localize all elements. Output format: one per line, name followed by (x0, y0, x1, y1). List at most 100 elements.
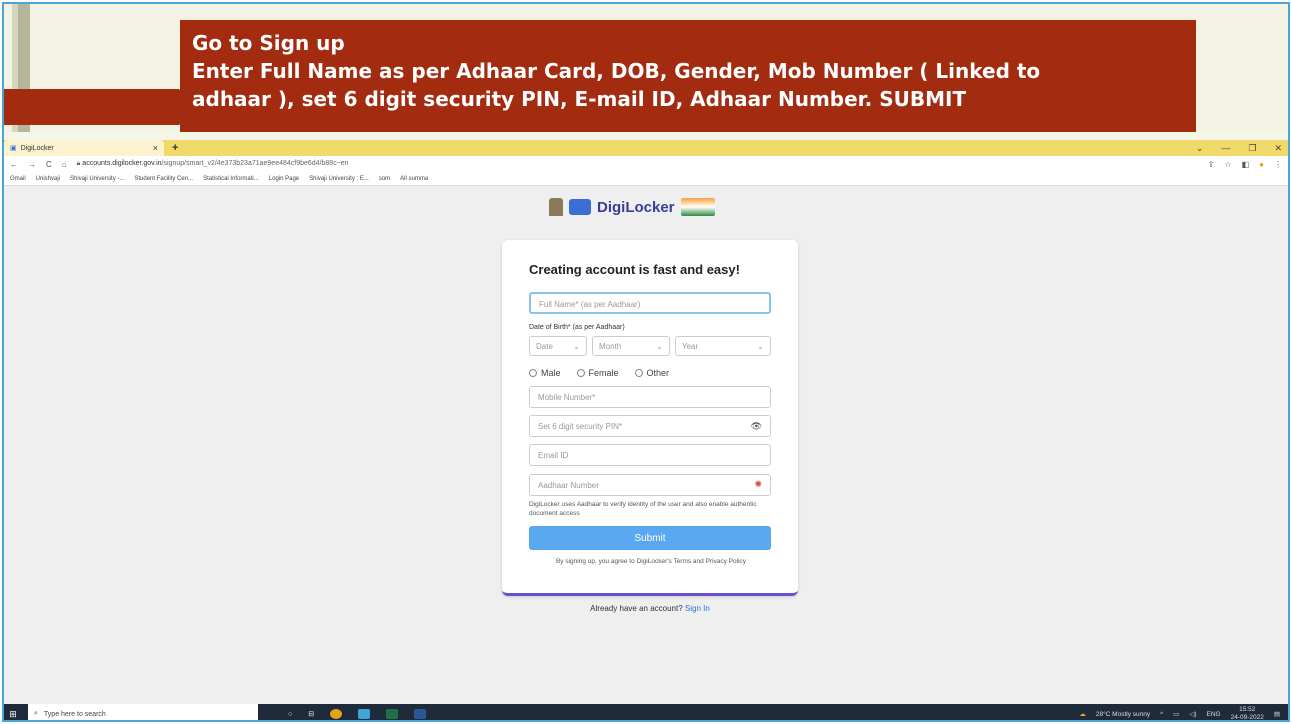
sign-in-link[interactable]: Sign In (685, 604, 710, 613)
bookmarks-bar: Gmail Unishvaji Shivaji University -... Stu… (4, 172, 1288, 186)
callout-arrow (4, 89, 195, 125)
gender-other-radio[interactable]: Other (634, 368, 670, 378)
share-icon[interactable]: ⇪ (1208, 160, 1215, 169)
gender-label: Other (646, 368, 670, 378)
gender-male-radio[interactable]: Male (529, 368, 561, 378)
url-path: /signup/smart_v2/4e373b23a71ae9ee484cf9b… (161, 160, 349, 167)
bookmark-item[interactable]: Shivaji University -... (70, 176, 124, 182)
forward-icon[interactable]: → (28, 160, 36, 169)
task-view-icon[interactable]: ○ (288, 711, 292, 718)
instruction-callout: Go to Sign up Enter Full Name as per Adh… (180, 20, 1196, 132)
profile-avatar-icon[interactable]: ● (1259, 160, 1264, 169)
bookmark-item[interactable]: Gmail (10, 176, 26, 182)
chevron-down-icon[interactable]: ⌄ (1196, 143, 1204, 154)
digilocker-logo: DigiLocker (549, 198, 715, 216)
language-indicator[interactable]: ENG (1207, 711, 1221, 718)
bookmark-item[interactable]: Shivaji University : E... (309, 176, 369, 182)
full-name-input[interactable]: Full Name* (as per Aadhaar) (529, 292, 771, 314)
bookmark-item[interactable]: Student Facility Cen... (134, 176, 193, 182)
system-tray: ☁ 28°C Mostly sunny ^ ▭ ◁) ENG 15:52 24-… (1079, 706, 1288, 721)
bookmark-item[interactable]: Unishvaji (36, 176, 60, 182)
sidebar-icon[interactable]: ◧ (1242, 160, 1250, 169)
back-icon[interactable]: ← (10, 160, 18, 169)
gender-radio-group: Male Female Other (529, 368, 669, 378)
aadhaar-placeholder: Aadhaar Number (538, 481, 599, 490)
bookmark-item[interactable]: All summa (400, 176, 428, 182)
date-select[interactable]: Date ⌄ (529, 336, 587, 356)
submit-button[interactable]: Submit (529, 526, 771, 550)
brand-name: DigiLocker (597, 198, 675, 216)
network-icon[interactable]: ▭ (1173, 710, 1179, 718)
excel-icon[interactable] (386, 709, 399, 719)
taskbar-apps: ○ ⊟ (288, 709, 427, 719)
bookmark-item[interactable]: Statistical Informati... (203, 176, 259, 182)
tab-bar: ▣ DigiLocker × + ⌄ — ❐ ✕ (4, 140, 1288, 156)
chevron-down-icon: ⌄ (757, 342, 764, 351)
eye-slash-icon[interactable]: 👁︎ (751, 421, 762, 432)
aadhaar-logo-icon: ✺ (754, 479, 762, 489)
slide-frame: Go to Sign up Enter Full Name as per Adh… (2, 2, 1290, 722)
search-placeholder: Type here to search (43, 710, 106, 718)
already-text: Already have an account? (590, 604, 683, 613)
clock[interactable]: 15:52 24-09-2022 (1230, 706, 1264, 721)
month-select[interactable]: Month ⌄ (592, 336, 670, 356)
taskbar-search[interactable]: ⌕ Type here to search (28, 704, 258, 720)
callout-line: Go to Sign up (192, 31, 345, 55)
menu-icon[interactable]: ⋮ (1274, 160, 1282, 169)
bookmark-item[interactable]: Login Page (269, 176, 299, 182)
url-field[interactable]: 🔒︎ accounts.digilocker.gov.in/signup/sma… (77, 160, 1198, 168)
windows-taskbar: ⊞ ⌕ Type here to search ○ ⊟ ☁ 28°C Mostl… (4, 704, 1288, 721)
widgets-icon[interactable]: ⊟ (308, 710, 314, 718)
word-icon[interactable] (414, 709, 427, 719)
home-icon[interactable]: ⌂ (62, 160, 67, 169)
gender-label: Male (541, 368, 561, 378)
close-icon[interactable]: ✕ (1274, 143, 1282, 154)
callout-line: Enter Full Name as per Adhaar Card, DOB,… (192, 59, 1041, 83)
volume-icon[interactable]: ◁) (1189, 710, 1196, 718)
signup-card: Creating account is fast and easy! Full … (502, 240, 798, 596)
year-select[interactable]: Year ⌄ (675, 336, 771, 356)
browser-window: ▣ DigiLocker × + ⌄ — ❐ ✕ ← → C ⌂ 🔒︎ acco… (4, 140, 1288, 704)
azadi-ka-amrit-mahotsav-logo (680, 198, 715, 216)
star-icon[interactable]: ☆ (1224, 160, 1231, 169)
dob-label: Date of Birth* (as per Aadhaar) (529, 324, 625, 331)
search-icon: ⌕ (34, 710, 38, 717)
tab-title: DigiLocker (20, 144, 54, 152)
chevron-up-icon[interactable]: ^ (1160, 711, 1163, 718)
windows-start-icon[interactable]: ⊞ (4, 704, 22, 720)
pin-placeholder: Set 6 digit security PIN* (538, 422, 623, 431)
close-tab-icon[interactable]: × (153, 143, 158, 153)
clock-date: 24-09-2022 (1230, 714, 1264, 721)
clock-time: 15:52 (1239, 706, 1256, 713)
bookmark-item[interactable]: som (379, 176, 390, 182)
weather-icon: ☁ (1079, 711, 1086, 718)
reload-icon[interactable]: C (46, 160, 52, 169)
email-input[interactable]: Email ID (529, 444, 771, 466)
restore-icon[interactable]: ❐ (1248, 143, 1256, 154)
gender-female-radio[interactable]: Female (576, 368, 619, 378)
chrome-icon[interactable] (330, 709, 343, 719)
chevron-down-icon: ⌄ (656, 342, 663, 351)
aadhaar-number-input[interactable]: Aadhaar Number ✺ (529, 474, 771, 496)
new-tab-button[interactable]: + (172, 142, 178, 154)
aadhaar-note: DigiLocker uses Aadhaar to verify identi… (529, 501, 757, 517)
window-controls: ⌄ — ❐ ✕ (1196, 140, 1282, 156)
callout-line: adhaar ), set 6 digit security PIN, E-ma… (192, 87, 967, 111)
month-select-value: Month (599, 342, 622, 351)
digilocker-favicon-icon: ▣ (10, 145, 17, 152)
security-pin-input[interactable]: Set 6 digit security PIN* 👁︎ (529, 415, 771, 437)
radio-circle-icon (529, 369, 537, 377)
date-select-value: Date (536, 342, 553, 351)
terms-text: By signing up, you agree to DigiLocker's… (555, 558, 747, 565)
digilocker-icon (569, 199, 591, 215)
form-title: Creating account is fast and easy! (529, 262, 740, 277)
signup-page: DigiLocker Creating account is fast and … (4, 186, 1288, 704)
weather-text[interactable]: 28°C Mostly sunny (1096, 711, 1150, 718)
paint-icon[interactable] (358, 709, 371, 719)
url-host: accounts.digilocker.gov.in (82, 160, 162, 167)
tab-digilocker[interactable]: ▣ DigiLocker × (4, 140, 164, 156)
radio-circle-icon (576, 369, 585, 377)
mobile-number-input[interactable]: Mobile Number* (529, 386, 771, 408)
minimize-icon[interactable]: — (1221, 143, 1230, 153)
notifications-icon[interactable]: ▤ (1274, 710, 1280, 718)
